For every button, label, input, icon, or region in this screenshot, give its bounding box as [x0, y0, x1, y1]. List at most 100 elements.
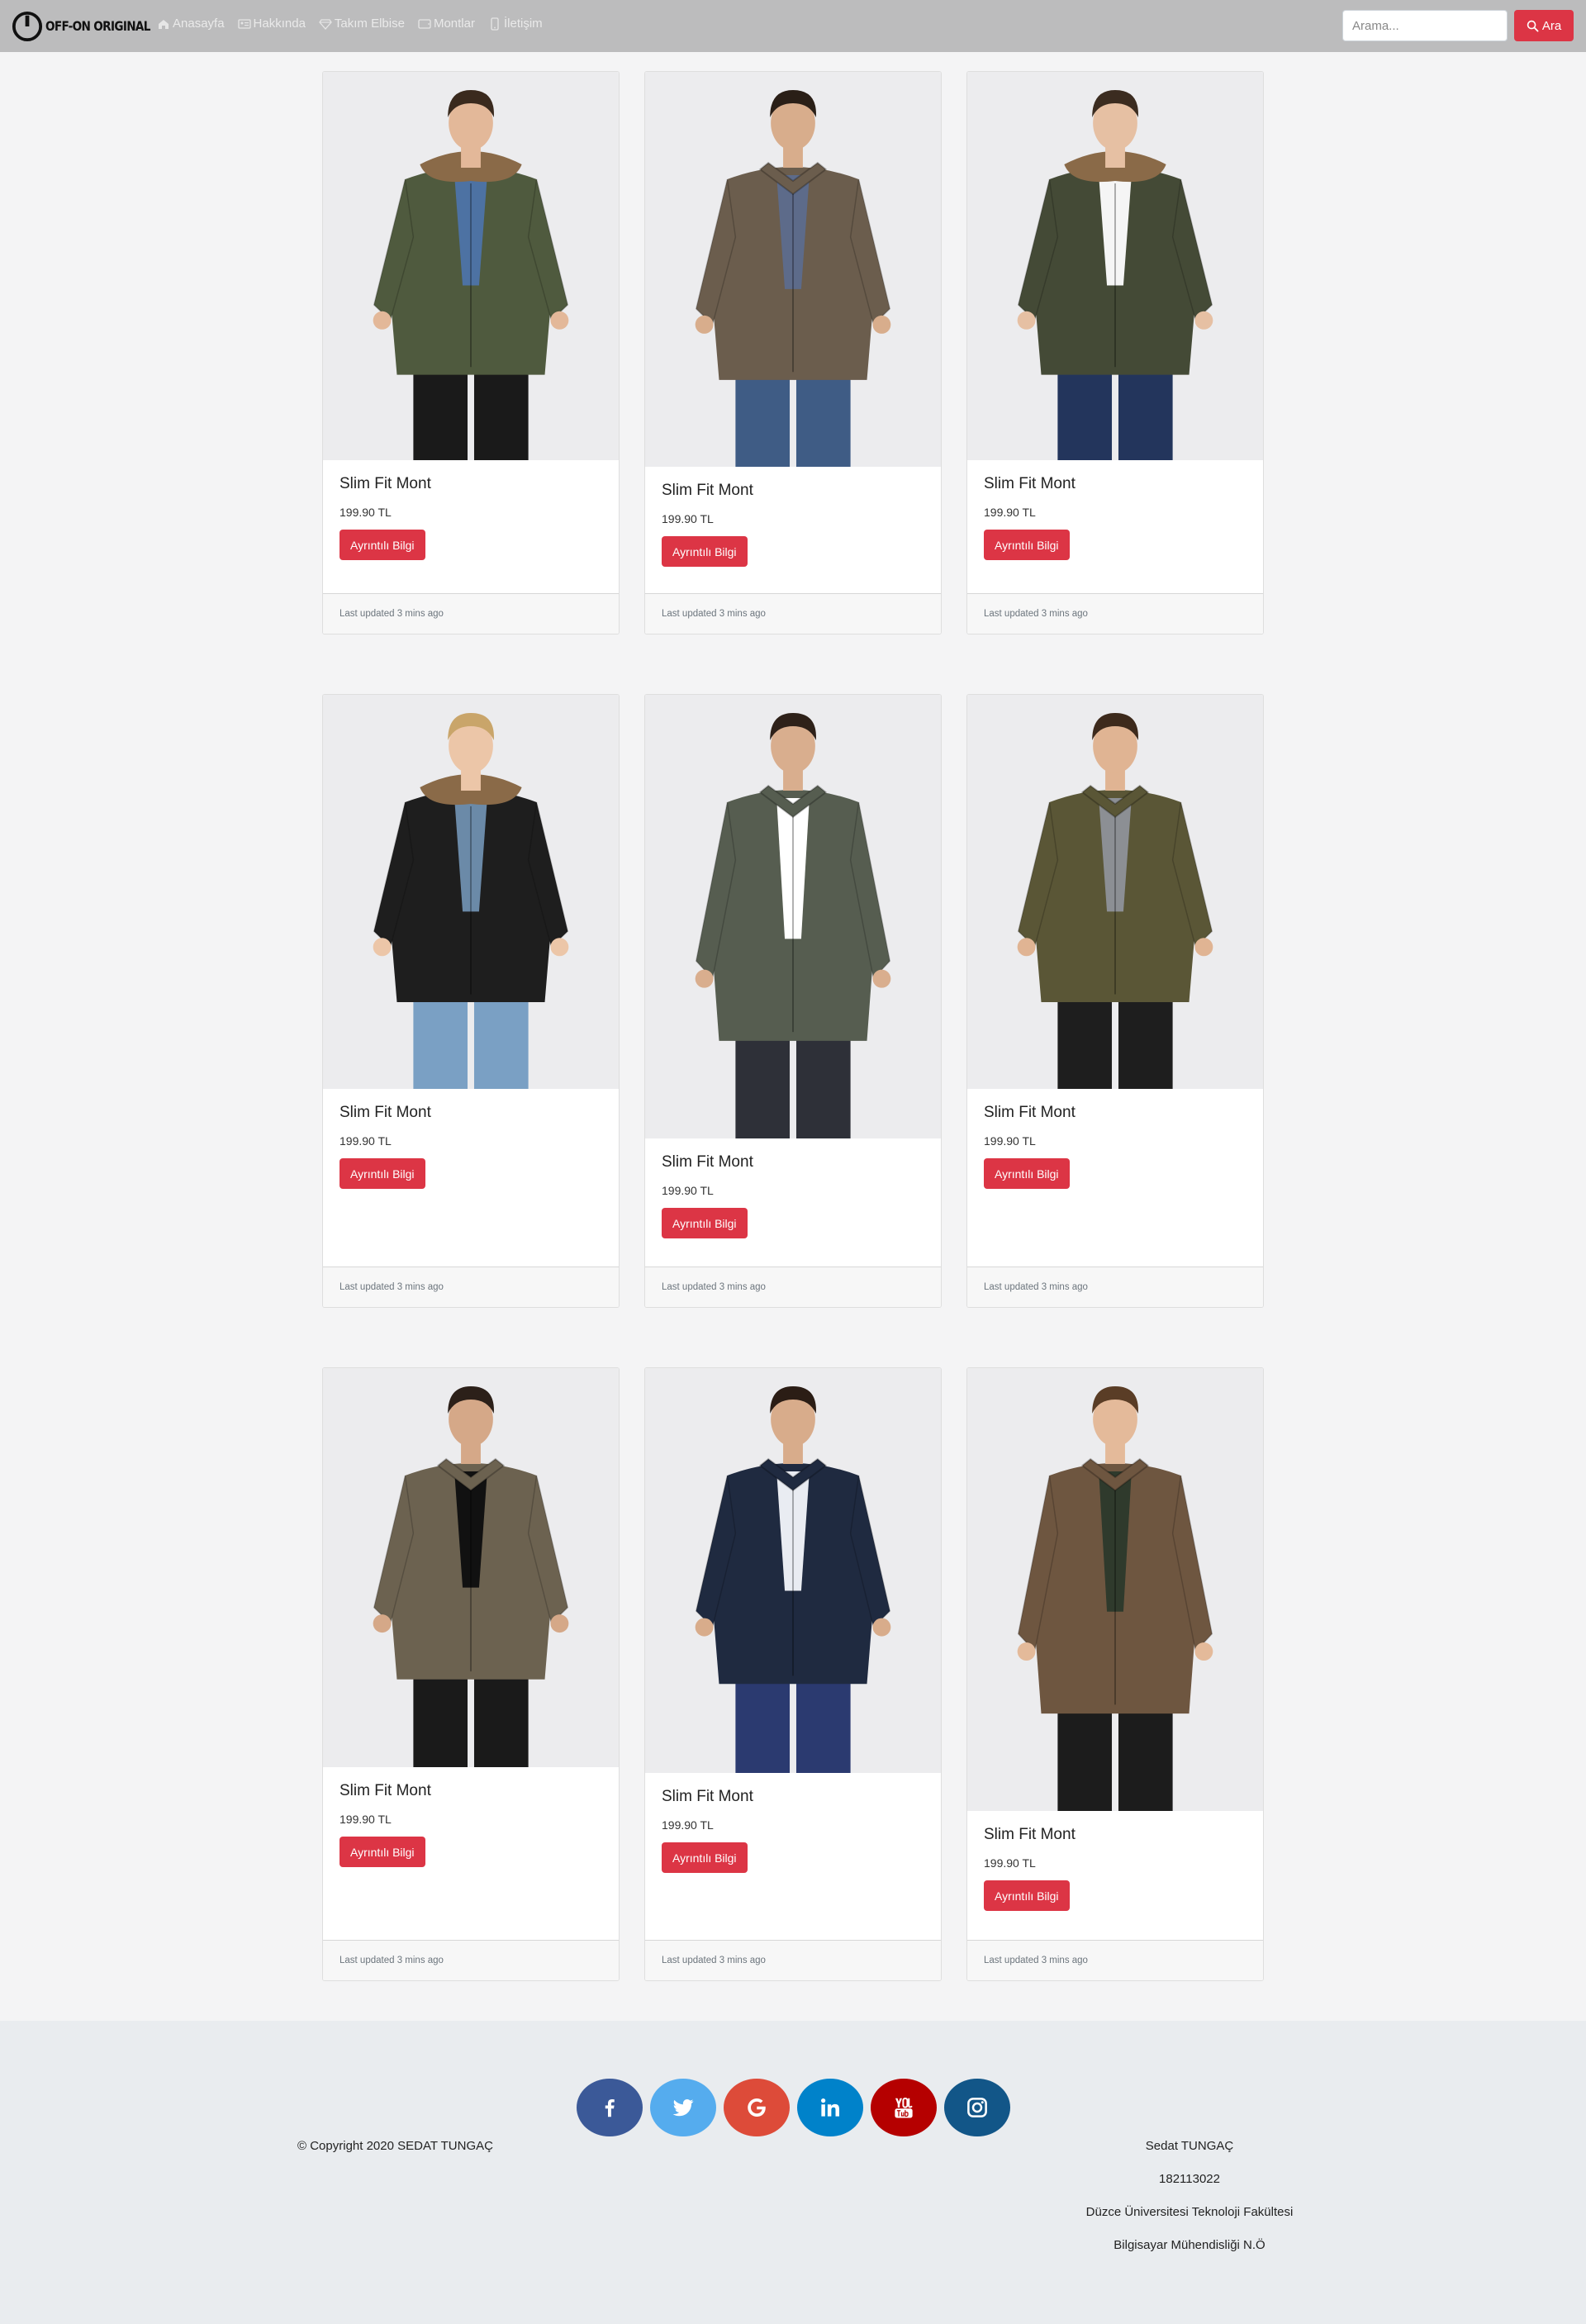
details-button[interactable]: Ayrıntılı Bilgi: [662, 1842, 748, 1873]
product-image[interactable]: [967, 72, 1263, 460]
search-input[interactable]: [1342, 10, 1508, 41]
product-title: Slim Fit Mont: [662, 482, 753, 499]
last-updated-text: Last updated 3 mins ago: [662, 1282, 766, 1292]
product-card: Slim Fit Mont 199.90 TL Ayrıntılı Bilgi …: [966, 1367, 1264, 1981]
department-name: Bilgisayar Mühendisliği N.Ö: [1114, 2238, 1265, 2252]
youtube-icon: [895, 2098, 913, 2118]
product-title: Slim Fit Mont: [340, 1782, 431, 1799]
details-button[interactable]: Ayrıntılı Bilgi: [340, 1158, 425, 1189]
product-price: 199.90 TL: [662, 512, 714, 525]
product-image[interactable]: [323, 695, 619, 1089]
product-image[interactable]: [645, 695, 941, 1138]
last-updated-text: Last updated 3 mins ago: [340, 1282, 444, 1292]
card-footer: Last updated 3 mins ago: [323, 1267, 619, 1307]
product-price: 199.90 TL: [340, 1813, 392, 1826]
product-title: Slim Fit Mont: [662, 1788, 753, 1805]
product-image[interactable]: [645, 1368, 941, 1773]
product-price: 199.90 TL: [984, 1134, 1036, 1148]
nav-menu: Anasayfa Hakkında Takım Elbise Montlar İ…: [157, 17, 543, 31]
facebook-link[interactable]: [577, 2079, 643, 2136]
product-image[interactable]: [323, 1368, 619, 1767]
power-icon: [12, 11, 43, 41]
nav-link-takim-elbise[interactable]: Takım Elbise: [319, 17, 405, 31]
product-photo: [323, 1368, 619, 1767]
brand-name: OFF-ON ORIGINAL: [45, 18, 150, 34]
nav-link-iletisim[interactable]: İletişim: [488, 17, 543, 31]
product-card: Slim Fit Mont 199.90 TL Ayrıntılı Bilgi …: [644, 1367, 942, 1981]
social-links: [577, 2079, 1010, 2136]
product-title: Slim Fit Mont: [662, 1153, 753, 1171]
product-title: Slim Fit Mont: [340, 1104, 431, 1121]
product-image[interactable]: [645, 72, 941, 467]
details-button[interactable]: Ayrıntılı Bilgi: [662, 1208, 748, 1238]
nav-link-label: Anasayfa: [173, 17, 225, 31]
last-updated-text: Last updated 3 mins ago: [984, 1282, 1088, 1292]
card-footer: Last updated 3 mins ago: [323, 593, 619, 634]
product-photo: [967, 695, 1263, 1089]
nav-link-montlar[interactable]: Montlar: [418, 17, 475, 31]
card-footer: Last updated 3 mins ago: [967, 1267, 1263, 1307]
copyright-text: © Copyright 2020 SEDAT TUNGAÇ: [297, 2139, 493, 2153]
last-updated-text: Last updated 3 mins ago: [662, 609, 766, 619]
details-button[interactable]: Ayrıntılı Bilgi: [340, 530, 425, 560]
product-card: Slim Fit Mont 199.90 TL Ayrıntılı Bilgi …: [644, 71, 942, 634]
id-card-icon: [237, 18, 251, 29]
product-price: 199.90 TL: [340, 1134, 392, 1148]
search-button-label: Ara: [1541, 18, 1562, 33]
last-updated-text: Last updated 3 mins ago: [662, 1956, 766, 1965]
youtube-link[interactable]: [871, 2079, 937, 2136]
site-footer: © Copyright 2020 SEDAT TUNGAÇ Sedat TUNG…: [0, 2021, 1586, 2324]
phone-icon: [491, 17, 499, 31]
product-price: 199.90 TL: [984, 1856, 1036, 1870]
product-card: Slim Fit Mont 199.90 TL Ayrıntılı Bilgi …: [322, 71, 620, 634]
instagram-icon: [967, 2098, 987, 2117]
card-footer: Last updated 3 mins ago: [645, 1267, 941, 1307]
nav-link-hakkinda[interactable]: Hakkında: [237, 17, 306, 31]
product-photo: [645, 695, 941, 1138]
card-footer: Last updated 3 mins ago: [967, 593, 1263, 634]
card-footer: Last updated 3 mins ago: [645, 1940, 941, 1980]
search-icon: [1527, 20, 1539, 31]
product-title: Slim Fit Mont: [984, 1104, 1076, 1121]
card-footer: Last updated 3 mins ago: [645, 593, 941, 634]
details-button[interactable]: Ayrıntılı Bilgi: [662, 536, 748, 567]
details-button[interactable]: Ayrıntılı Bilgi: [340, 1837, 425, 1867]
product-price: 199.90 TL: [662, 1184, 714, 1197]
product-price: 199.90 TL: [340, 506, 392, 519]
home-icon: [159, 19, 169, 29]
nav-link-label: İletişim: [503, 17, 543, 31]
diamond-icon: [319, 18, 332, 30]
tablet-icon: [418, 18, 431, 29]
nav-link-label: Takım Elbise: [334, 17, 405, 31]
product-photo: [967, 72, 1263, 460]
brand-logo[interactable]: OFF-ON ORIGINAL: [12, 8, 169, 44]
product-image[interactable]: [967, 695, 1263, 1089]
card-footer: Last updated 3 mins ago: [323, 1940, 619, 1980]
nav-link-anasayfa[interactable]: Anasayfa: [157, 17, 225, 31]
linkedin-icon: [821, 2098, 839, 2117]
details-button[interactable]: Ayrıntılı Bilgi: [984, 1158, 1070, 1189]
details-button[interactable]: Ayrıntılı Bilgi: [984, 530, 1070, 560]
details-button[interactable]: Ayrıntılı Bilgi: [984, 1880, 1070, 1911]
product-card: Slim Fit Mont 199.90 TL Ayrıntılı Bilgi …: [322, 1367, 620, 1981]
product-card: Slim Fit Mont 199.90 TL Ayrıntılı Bilgi …: [322, 694, 620, 1308]
facebook-icon: [605, 2099, 615, 2117]
product-card: Slim Fit Mont 199.90 TL Ayrıntılı Bilgi …: [966, 71, 1264, 634]
product-image[interactable]: [967, 1368, 1263, 1811]
twitter-link[interactable]: [650, 2079, 716, 2136]
last-updated-text: Last updated 3 mins ago: [340, 1956, 444, 1965]
nav-link-label: Montlar: [433, 17, 475, 31]
product-image[interactable]: [323, 72, 619, 460]
google-icon: [748, 2098, 766, 2117]
product-photo: [645, 72, 941, 467]
search-button[interactable]: Ara: [1514, 10, 1574, 41]
card-footer: Last updated 3 mins ago: [967, 1940, 1263, 1980]
google-link[interactable]: [724, 2079, 790, 2136]
last-updated-text: Last updated 3 mins ago: [984, 609, 1088, 619]
product-photo: [645, 1368, 941, 1773]
product-title: Slim Fit Mont: [984, 1826, 1076, 1843]
product-photo: [967, 1368, 1263, 1811]
linkedin-link[interactable]: [797, 2079, 863, 2136]
faculty-name: Düzce Üniversitesi Teknoloji Fakültesi: [1085, 2205, 1294, 2219]
instagram-link[interactable]: [944, 2079, 1010, 2136]
